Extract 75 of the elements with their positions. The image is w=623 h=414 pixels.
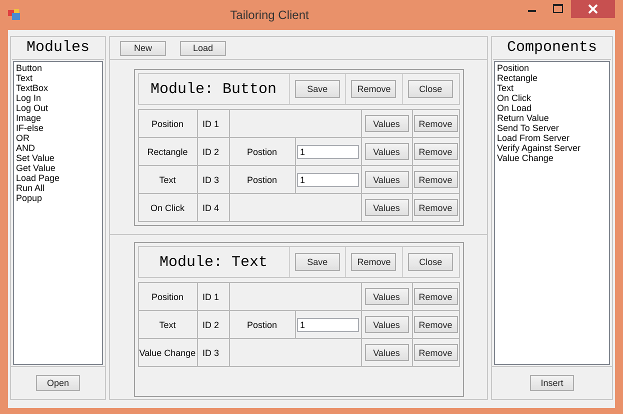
list-item[interactable]: Position bbox=[497, 63, 530, 73]
list-item[interactable]: Send To Server bbox=[497, 123, 559, 133]
module-title: Module: Button bbox=[150, 80, 277, 98]
field-label: Postion bbox=[246, 174, 278, 184]
module-title: Module: Text bbox=[159, 254, 268, 270]
remove-button[interactable]: Remove bbox=[414, 143, 458, 160]
component-name: On Click bbox=[150, 202, 184, 212]
component-id: ID 1 bbox=[202, 292, 220, 302]
list-item[interactable]: Button bbox=[16, 63, 42, 73]
values-button[interactable]: Values bbox=[364, 316, 408, 333]
remove-button[interactable]: Remove bbox=[351, 80, 396, 98]
close-icon[interactable] bbox=[571, 0, 615, 18]
component-name: Rectangle bbox=[147, 146, 188, 156]
field-label: Postion bbox=[246, 146, 278, 156]
list-item[interactable]: Log In bbox=[16, 93, 42, 103]
component-id: ID 2 bbox=[202, 320, 220, 330]
remove-button[interactable]: Remove bbox=[351, 253, 396, 271]
list-item[interactable]: Load Page bbox=[16, 173, 60, 183]
field-label: Postion bbox=[246, 320, 278, 330]
component-id: ID 4 bbox=[202, 202, 220, 212]
component-name: Position bbox=[151, 118, 184, 128]
remove-button[interactable]: Remove bbox=[414, 316, 458, 333]
list-item[interactable]: TextBox bbox=[16, 83, 48, 93]
input-field[interactable]: 1 bbox=[297, 318, 359, 332]
component-name: Text bbox=[159, 174, 176, 184]
list-item[interactable]: Verify Against Server bbox=[497, 143, 581, 153]
input-field[interactable]: 1 bbox=[297, 172, 359, 186]
component-name: Value Change bbox=[139, 348, 196, 358]
list-item[interactable]: On Click bbox=[497, 93, 532, 103]
remove-button[interactable]: Remove bbox=[414, 115, 458, 132]
values-button[interactable]: Values bbox=[364, 288, 408, 305]
list-item[interactable]: Set Value bbox=[16, 153, 54, 163]
list-item[interactable]: IF-else bbox=[16, 123, 44, 133]
component-id: ID 1 bbox=[202, 118, 220, 128]
list-item[interactable]: On Load bbox=[497, 103, 532, 113]
values-button[interactable]: Values bbox=[364, 143, 408, 160]
insert-button[interactable]: Insert bbox=[530, 375, 574, 391]
component-id: ID 3 bbox=[202, 174, 220, 184]
input-field[interactable]: 1 bbox=[297, 144, 359, 158]
panel-title: Modules bbox=[26, 38, 90, 58]
list-item[interactable]: OR bbox=[16, 133, 30, 143]
remove-button[interactable]: Remove bbox=[414, 288, 458, 305]
values-button[interactable]: Values bbox=[364, 344, 408, 361]
open-button[interactable]: Open bbox=[36, 375, 80, 391]
close-button[interactable]: Close bbox=[408, 80, 454, 98]
list-item[interactable]: Load From Server bbox=[497, 133, 570, 143]
save-button[interactable]: Save bbox=[294, 80, 340, 98]
window-title: Tailoring Client bbox=[229, 8, 310, 22]
close-button[interactable]: Close bbox=[408, 253, 454, 271]
list-item[interactable]: Value Change bbox=[497, 153, 554, 163]
list-item[interactable]: AND bbox=[16, 143, 36, 153]
list-item[interactable]: Run All bbox=[16, 183, 45, 193]
new-button[interactable]: New bbox=[120, 40, 166, 56]
values-button[interactable]: Values bbox=[364, 171, 408, 188]
panel-title: Components bbox=[506, 38, 597, 58]
list-item[interactable]: Image bbox=[16, 113, 42, 123]
component-id: ID 2 bbox=[202, 146, 220, 156]
values-button[interactable]: Values bbox=[364, 115, 408, 132]
load-button[interactable]: Load bbox=[180, 40, 226, 56]
list-item[interactable]: Text bbox=[16, 73, 33, 83]
save-button[interactable]: Save bbox=[294, 253, 340, 271]
list-item[interactable]: Return Value bbox=[497, 113, 549, 123]
app-icon bbox=[8, 9, 20, 21]
list-item[interactable]: Text bbox=[497, 83, 514, 93]
values-button[interactable]: Values bbox=[364, 199, 408, 216]
list-item[interactable]: Get Value bbox=[16, 163, 56, 173]
list-item[interactable]: Popup bbox=[16, 193, 42, 203]
list-item[interactable]: Rectangle bbox=[497, 73, 538, 83]
remove-button[interactable]: Remove bbox=[414, 199, 458, 216]
list-item[interactable]: Log Out bbox=[16, 103, 48, 113]
component-name: Position bbox=[151, 292, 184, 302]
component-name: Text bbox=[159, 320, 176, 330]
component-id: ID 3 bbox=[202, 348, 220, 358]
remove-button[interactable]: Remove bbox=[414, 171, 458, 188]
remove-button[interactable]: Remove bbox=[414, 344, 458, 361]
